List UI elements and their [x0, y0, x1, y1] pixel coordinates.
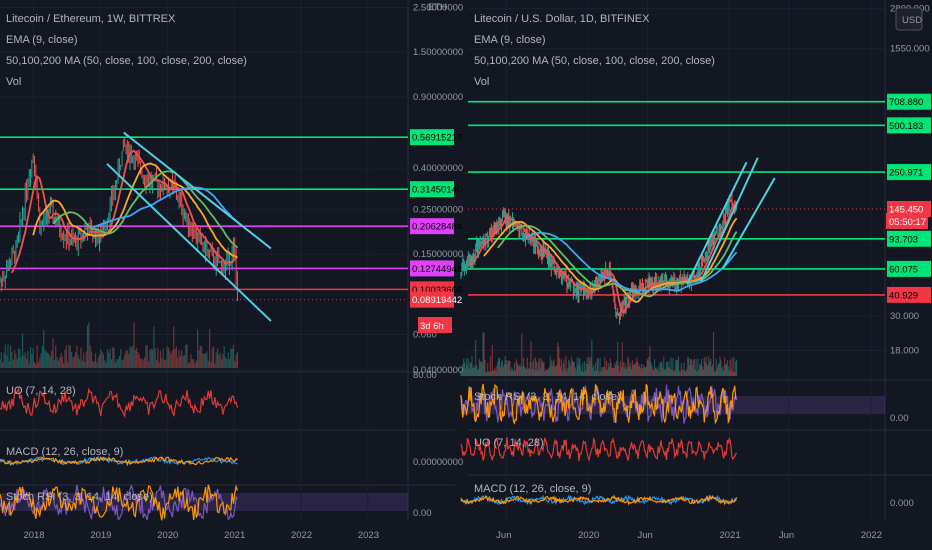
left-x-tick-label: 2020 — [157, 530, 178, 541]
left-y-tick-label: 0.15000000 — [413, 249, 463, 260]
left-y-tick-label: 0.90000000 — [413, 92, 463, 103]
right-y-tick-label: 30.000 — [890, 311, 919, 322]
left-price-label: 0.08919442 — [412, 295, 462, 306]
left-sub-macd[interactable]: MACD (12, 26, close, 9) — [6, 446, 123, 458]
left-level-label: 0.56915217 — [412, 133, 462, 144]
left-y-tick-label: 0.40000000 — [413, 163, 463, 174]
left-level-label: 0.31450140 — [412, 185, 462, 196]
right-level-label: 500.183 — [889, 121, 923, 132]
left-x-tick-label: 2018 — [23, 530, 44, 541]
right-indicator-ema[interactable]: EMA (9, close) — [474, 34, 546, 46]
left-level-label: 0.12744948 — [412, 264, 462, 275]
right-y-tick-label: 1550.000 — [890, 44, 930, 55]
right-indicator-vol[interactable]: Vol — [474, 76, 489, 88]
right-sub-stoch[interactable]: Stoch RSI (3, 3, 14, 14, close) — [474, 391, 621, 403]
left-countdown: 3d 6h — [420, 321, 444, 332]
right-x-tick-label: Jun — [779, 530, 794, 541]
right-stoch-axis: 0.00 — [890, 413, 909, 424]
right-level-label: 93.703 — [889, 234, 918, 245]
right-macd-axis: 0.000 — [890, 498, 914, 509]
right-level-label: 250.971 — [889, 168, 923, 179]
left-macd-axis: 0.00000000 — [413, 457, 463, 468]
right-level-label: 60.075 — [889, 264, 918, 275]
left-x-tick-label: 2019 — [90, 530, 111, 541]
right-level-label: 40.929 — [889, 290, 918, 301]
right-sub-uo[interactable]: UO (7, 14, 28) — [474, 437, 544, 449]
left-x-tick-label: 2023 — [358, 530, 379, 541]
left-indicator-ema[interactable]: EMA (9, close) — [6, 34, 78, 46]
left-indicator-ma[interactable]: 50,100,200 MA (50, close, 100, close, 20… — [6, 55, 247, 67]
right-scale-label[interactable]: USD — [902, 15, 922, 26]
right-x-tick-label: Jun — [638, 530, 653, 541]
chart-canvas[interactable]: 2018 2019 2020 2021 2022 20232.500000001.5000… — [0, 0, 932, 550]
left-scale-label[interactable]: ETH — [428, 2, 447, 13]
right-y-tick-label: 18.000 — [890, 346, 919, 357]
left-stoch-axis: 0.00 — [413, 508, 432, 519]
right-countdown: 05:50:17 — [889, 217, 926, 228]
left-y-tick-label: 0.25000000 — [413, 204, 463, 215]
right-x-tick-label: 2020 — [578, 530, 599, 541]
right-x-tick-label: Jun — [496, 530, 511, 541]
right-level-label: 708.880 — [889, 97, 923, 108]
right-sub-macd[interactable]: MACD (12, 26, close, 9) — [474, 483, 591, 495]
left-indicator-vol[interactable]: Vol — [6, 76, 21, 88]
left-x-tick-label: 2021 — [224, 530, 245, 541]
right-x-tick-label: 2021 — [720, 530, 741, 541]
left-sub-uo[interactable]: UO (7, 14, 28) — [6, 385, 76, 397]
right-indicator-ma[interactable]: 50,100,200 MA (50, close, 100, close, 20… — [474, 55, 715, 67]
left-uo-axis: 80.00 — [413, 370, 437, 381]
left-y-tick-label: 1.50000000 — [413, 47, 463, 58]
left-level-label: 0.20628484 — [412, 222, 462, 233]
background — [0, 0, 932, 550]
left-x-tick-label: 2022 — [291, 530, 312, 541]
right-x-tick-label: 2022 — [861, 530, 882, 541]
left-sub-stoch[interactable]: Stoch RSI (3, 3, 14, 14, close) — [6, 491, 153, 503]
right-title[interactable]: Litecoin / U.S. Dollar, 1D, BITFINEX — [474, 13, 650, 25]
left-title[interactable]: Litecoin / Ethereum, 1W, BITTREX — [6, 13, 176, 25]
